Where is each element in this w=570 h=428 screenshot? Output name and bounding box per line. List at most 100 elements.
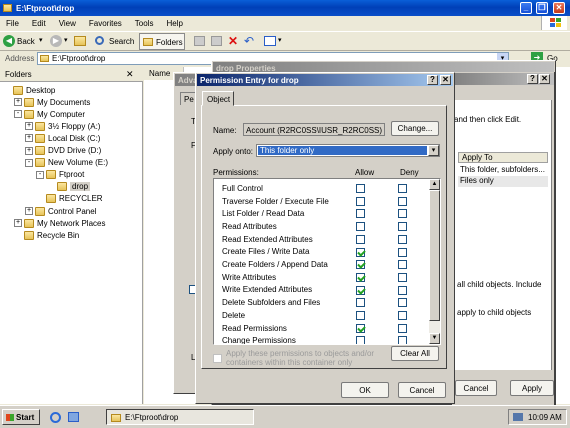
entry-close-button[interactable]: ✕: [440, 75, 451, 85]
tree-expander-icon[interactable]: +: [14, 219, 22, 228]
tree-item[interactable]: - Ftproot: [36, 169, 84, 181]
tree-expander-icon[interactable]: +: [25, 146, 33, 155]
tree-item[interactable]: + DVD Drive (D:): [25, 145, 101, 157]
allow-checkbox[interactable]: [356, 311, 365, 321]
allow-checkbox[interactable]: [356, 196, 365, 206]
apply-to-row[interactable]: This folder, subfolders...: [460, 165, 545, 174]
search-icon[interactable]: [95, 36, 104, 45]
deny-checkbox[interactable]: [398, 247, 407, 257]
network-icon[interactable]: [513, 413, 523, 421]
undo-icon[interactable]: ↶: [244, 34, 254, 48]
apply-onto-select[interactable]: This folder only ▾: [256, 144, 440, 157]
menu-favorites[interactable]: Favorites: [89, 19, 122, 28]
start-button[interactable]: Start: [2, 409, 40, 425]
tree-item[interactable]: + My Network Places: [14, 217, 105, 229]
tree-expander-icon[interactable]: +: [25, 207, 33, 215]
tree-expander-icon[interactable]: -: [36, 170, 44, 179]
tree-item[interactable]: RECYCLER: [36, 193, 103, 205]
entry-help-button[interactable]: ?: [427, 75, 438, 85]
tree-item[interactable]: + Local Disk (C:): [25, 132, 100, 144]
deny-checkbox[interactable]: [398, 209, 407, 219]
allow-checkbox[interactable]: [356, 247, 365, 257]
tree-item[interactable]: + My Documents: [14, 96, 90, 108]
allow-checkbox[interactable]: [356, 336, 365, 344]
deny-checkbox[interactable]: [398, 196, 407, 206]
minimize-button[interactable]: _: [520, 2, 532, 14]
scroll-thumb[interactable]: [429, 190, 440, 321]
search-button-label[interactable]: Search: [109, 37, 134, 46]
apply-to-header[interactable]: Apply To: [458, 152, 548, 163]
up-folder-icon[interactable]: [74, 36, 86, 46]
allow-checkbox[interactable]: [356, 209, 365, 219]
tree-expander-icon[interactable]: +: [25, 122, 33, 131]
deny-checkbox[interactable]: [398, 272, 407, 282]
allow-checkbox[interactable]: [356, 285, 365, 295]
properties-cancel-button[interactable]: Cancel: [455, 380, 497, 396]
apply-within-checkbox[interactable]: [213, 354, 222, 364]
menu-file[interactable]: File: [6, 19, 19, 28]
views-dropdown-icon[interactable]: ▾: [278, 36, 282, 44]
deny-checkbox[interactable]: [398, 285, 407, 295]
folders-pane-close-icon[interactable]: ✕: [126, 69, 134, 80]
deny-checkbox[interactable]: [398, 234, 407, 244]
properties-close-button[interactable]: ✕: [539, 74, 550, 84]
scroll-down-button[interactable]: ▼: [429, 333, 440, 344]
tree-expander-icon[interactable]: +: [25, 134, 33, 143]
delete-icon[interactable]: ✕: [228, 34, 238, 48]
back-dropdown-icon[interactable]: ▾: [39, 36, 43, 44]
clear-all-button[interactable]: Clear All: [391, 346, 439, 361]
explorer-title-bar[interactable]: E:\Ftproot\drop _ ❐ ✕: [0, 0, 570, 16]
deny-checkbox[interactable]: [398, 260, 407, 270]
allow-checkbox[interactable]: [356, 234, 365, 244]
tree-expander-icon[interactable]: -: [25, 158, 33, 167]
allow-checkbox[interactable]: [356, 184, 365, 194]
allow-checkbox[interactable]: [356, 298, 365, 308]
change-button[interactable]: Change...: [391, 121, 439, 136]
allow-checkbox[interactable]: [356, 323, 365, 333]
ok-button[interactable]: OK: [341, 382, 389, 398]
menu-help[interactable]: Help: [166, 19, 182, 28]
scroll-up-button[interactable]: ▲: [429, 179, 440, 190]
close-button[interactable]: ✕: [553, 2, 565, 14]
taskbar-task-explorer[interactable]: E:\Ftproot\drop: [106, 409, 254, 425]
copy-to-icon[interactable]: [211, 36, 222, 46]
allow-checkbox[interactable]: [356, 272, 365, 282]
menu-view[interactable]: View: [59, 19, 76, 28]
allow-checkbox[interactable]: [356, 222, 365, 232]
allow-checkbox[interactable]: [356, 260, 365, 270]
deny-checkbox[interactable]: [398, 222, 407, 232]
quicklaunch-desktop-icon[interactable]: [68, 412, 79, 422]
deny-checkbox[interactable]: [398, 184, 407, 194]
tree-expander-icon[interactable]: -: [14, 110, 22, 119]
apply-onto-dropdown-icon[interactable]: ▾: [428, 145, 439, 156]
deny-checkbox[interactable]: [398, 298, 407, 308]
back-arrow-icon[interactable]: ◀: [3, 35, 15, 47]
cancel-button[interactable]: Cancel: [398, 382, 446, 398]
deny-checkbox[interactable]: [398, 323, 407, 333]
tree-item[interactable]: +3½ Floppy (A:): [25, 120, 100, 132]
tab-object[interactable]: Object: [202, 91, 234, 106]
permissions-scrollbar[interactable]: ▲ ▼: [429, 179, 440, 344]
properties-help-button[interactable]: ?: [527, 74, 538, 84]
views-icon[interactable]: [264, 36, 276, 46]
properties-apply-button[interactable]: Apply: [510, 380, 554, 396]
deny-checkbox[interactable]: [398, 311, 407, 321]
move-to-icon[interactable]: [194, 36, 205, 46]
maximize-button[interactable]: ❐: [536, 2, 548, 14]
tree-item[interactable]: - My Computer: [14, 108, 85, 120]
tree-item[interactable]: Recycle Bin: [14, 229, 79, 241]
back-button-label[interactable]: Back: [17, 37, 35, 46]
entry-title-bar[interactable]: Permission Entry for drop ? ✕: [197, 74, 453, 86]
tree-item[interactable]: Desktop: [3, 84, 55, 96]
tree-expander-icon[interactable]: +: [14, 98, 22, 107]
deny-checkbox[interactable]: [398, 336, 407, 344]
forward-dropdown-icon[interactable]: ▾: [64, 36, 68, 44]
menu-tools[interactable]: Tools: [135, 19, 154, 28]
tree-item[interactable]: + Control Panel: [25, 205, 96, 217]
folders-button[interactable]: Folders: [139, 33, 185, 50]
quicklaunch-ie-icon[interactable]: [50, 412, 61, 423]
tree-item[interactable]: drop: [47, 181, 91, 193]
menu-edit[interactable]: Edit: [32, 19, 46, 28]
forward-arrow-icon[interactable]: ▶: [50, 35, 62, 47]
tree-item[interactable]: - New Volume (E:): [25, 157, 108, 169]
